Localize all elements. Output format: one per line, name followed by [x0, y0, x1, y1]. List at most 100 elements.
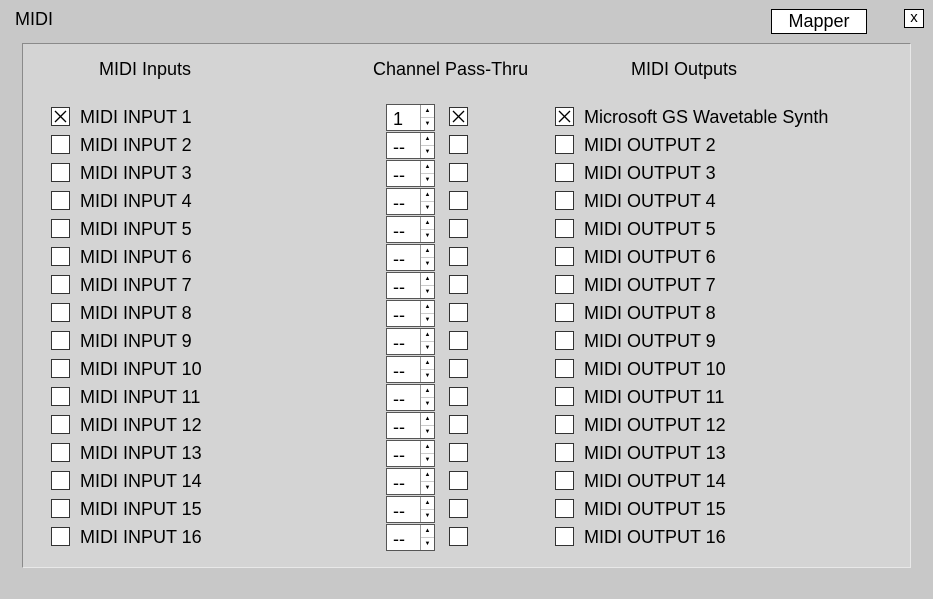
pass-thru-checkbox[interactable] — [449, 107, 468, 126]
channel-spinbox[interactable]: -- ▲ ▼ — [386, 356, 435, 383]
triangle-down-icon[interactable]: ▼ — [421, 342, 434, 354]
pass-thru-checkbox[interactable] — [449, 275, 468, 294]
pass-thru-checkbox[interactable] — [449, 499, 468, 518]
input-checkbox[interactable] — [51, 527, 70, 546]
channel-spinbox[interactable]: -- ▲ ▼ — [386, 496, 435, 523]
output-checkbox[interactable] — [555, 163, 574, 182]
channel-spinbox[interactable]: -- ▲ ▼ — [386, 244, 435, 271]
triangle-up-icon[interactable]: ▲ — [421, 441, 434, 454]
pass-thru-checkbox[interactable] — [449, 387, 468, 406]
triangle-down-icon[interactable]: ▼ — [421, 146, 434, 158]
output-checkbox[interactable] — [555, 499, 574, 518]
input-checkbox[interactable] — [51, 443, 70, 462]
pass-thru-checkbox[interactable] — [449, 219, 468, 238]
triangle-up-icon[interactable]: ▲ — [421, 273, 434, 286]
output-checkbox[interactable] — [555, 135, 574, 154]
spin-buttons: ▲ ▼ — [420, 329, 434, 354]
output-checkbox[interactable] — [555, 191, 574, 210]
channel-spinbox[interactable]: -- ▲ ▼ — [386, 188, 435, 215]
channel-spinbox[interactable]: 1 ▲ ▼ — [386, 104, 435, 131]
channel-spinbox[interactable]: -- ▲ ▼ — [386, 272, 435, 299]
pass-thru-checkbox[interactable] — [449, 135, 468, 154]
channel-spinbox[interactable]: -- ▲ ▼ — [386, 132, 435, 159]
triangle-down-icon[interactable]: ▼ — [421, 426, 434, 438]
pass-thru-checkbox[interactable] — [449, 443, 468, 462]
input-checkbox[interactable] — [51, 331, 70, 350]
triangle-down-icon[interactable]: ▼ — [421, 174, 434, 186]
triangle-up-icon[interactable]: ▲ — [421, 329, 434, 342]
input-checkbox[interactable] — [51, 163, 70, 182]
channel-spinbox[interactable]: -- ▲ ▼ — [386, 216, 435, 243]
triangle-up-icon[interactable]: ▲ — [421, 217, 434, 230]
output-checkbox[interactable] — [555, 527, 574, 546]
triangle-down-icon[interactable]: ▼ — [421, 538, 434, 550]
pass-thru-checkbox[interactable] — [449, 247, 468, 266]
triangle-down-icon[interactable]: ▼ — [421, 230, 434, 242]
triangle-down-icon[interactable]: ▼ — [421, 398, 434, 410]
pass-thru-checkbox[interactable] — [449, 331, 468, 350]
pass-thru-checkbox[interactable] — [449, 471, 468, 490]
triangle-up-icon[interactable]: ▲ — [421, 105, 434, 118]
triangle-down-icon[interactable]: ▼ — [421, 202, 434, 214]
input-checkbox[interactable] — [51, 499, 70, 518]
triangle-up-icon[interactable]: ▲ — [421, 525, 434, 538]
pass-thru-checkbox[interactable] — [449, 527, 468, 546]
input-checkbox[interactable] — [51, 219, 70, 238]
input-checkbox[interactable] — [51, 359, 70, 378]
input-checkbox[interactable] — [51, 191, 70, 210]
spin-buttons: ▲ ▼ — [420, 217, 434, 242]
output-checkbox[interactable] — [555, 219, 574, 238]
input-checkbox[interactable] — [51, 415, 70, 434]
channel-spinbox[interactable]: -- ▲ ▼ — [386, 384, 435, 411]
pass-thru-checkbox[interactable] — [449, 163, 468, 182]
triangle-down-icon[interactable]: ▼ — [421, 258, 434, 270]
triangle-up-icon[interactable]: ▲ — [421, 413, 434, 426]
output-checkbox[interactable] — [555, 275, 574, 294]
input-checkbox[interactable] — [51, 471, 70, 490]
triangle-up-icon[interactable]: ▲ — [421, 301, 434, 314]
triangle-up-icon[interactable]: ▲ — [421, 385, 434, 398]
output-checkbox[interactable] — [555, 303, 574, 322]
channel-spinbox[interactable]: -- ▲ ▼ — [386, 524, 435, 551]
triangle-up-icon[interactable]: ▲ — [421, 161, 434, 174]
triangle-down-icon[interactable]: ▼ — [421, 454, 434, 466]
output-checkbox[interactable] — [555, 387, 574, 406]
output-checkbox[interactable] — [555, 107, 574, 126]
output-checkbox[interactable] — [555, 359, 574, 378]
output-checkbox[interactable] — [555, 443, 574, 462]
triangle-up-icon[interactable]: ▲ — [421, 497, 434, 510]
pass-thru-checkbox[interactable] — [449, 415, 468, 434]
input-checkbox[interactable] — [51, 387, 70, 406]
triangle-up-icon[interactable]: ▲ — [421, 245, 434, 258]
input-checkbox[interactable] — [51, 107, 70, 126]
triangle-down-icon[interactable]: ▼ — [421, 118, 434, 130]
input-checkbox[interactable] — [51, 275, 70, 294]
output-checkbox[interactable] — [555, 247, 574, 266]
mapper-button[interactable]: Mapper — [771, 9, 867, 34]
triangle-up-icon[interactable]: ▲ — [421, 357, 434, 370]
channel-spinbox[interactable]: -- ▲ ▼ — [386, 412, 435, 439]
output-checkbox[interactable] — [555, 331, 574, 350]
output-checkbox[interactable] — [555, 415, 574, 434]
channel-spinbox[interactable]: -- ▲ ▼ — [386, 160, 435, 187]
triangle-down-icon[interactable]: ▼ — [421, 482, 434, 494]
triangle-up-icon[interactable]: ▲ — [421, 133, 434, 146]
output-checkbox[interactable] — [555, 471, 574, 490]
channel-spinbox[interactable]: -- ▲ ▼ — [386, 440, 435, 467]
triangle-down-icon[interactable]: ▼ — [421, 510, 434, 522]
triangle-up-icon[interactable]: ▲ — [421, 189, 434, 202]
input-checkbox[interactable] — [51, 247, 70, 266]
channel-spinbox[interactable]: -- ▲ ▼ — [386, 328, 435, 355]
input-checkbox[interactable] — [51, 303, 70, 322]
close-button[interactable]: x — [904, 9, 924, 28]
input-checkbox[interactable] — [51, 135, 70, 154]
triangle-up-icon[interactable]: ▲ — [421, 469, 434, 482]
triangle-down-icon[interactable]: ▼ — [421, 314, 434, 326]
channel-spinbox[interactable]: -- ▲ ▼ — [386, 468, 435, 495]
channel-spinbox[interactable]: -- ▲ ▼ — [386, 300, 435, 327]
pass-thru-checkbox[interactable] — [449, 191, 468, 210]
triangle-down-icon[interactable]: ▼ — [421, 370, 434, 382]
triangle-down-icon[interactable]: ▼ — [421, 286, 434, 298]
pass-thru-checkbox[interactable] — [449, 303, 468, 322]
pass-thru-checkbox[interactable] — [449, 359, 468, 378]
